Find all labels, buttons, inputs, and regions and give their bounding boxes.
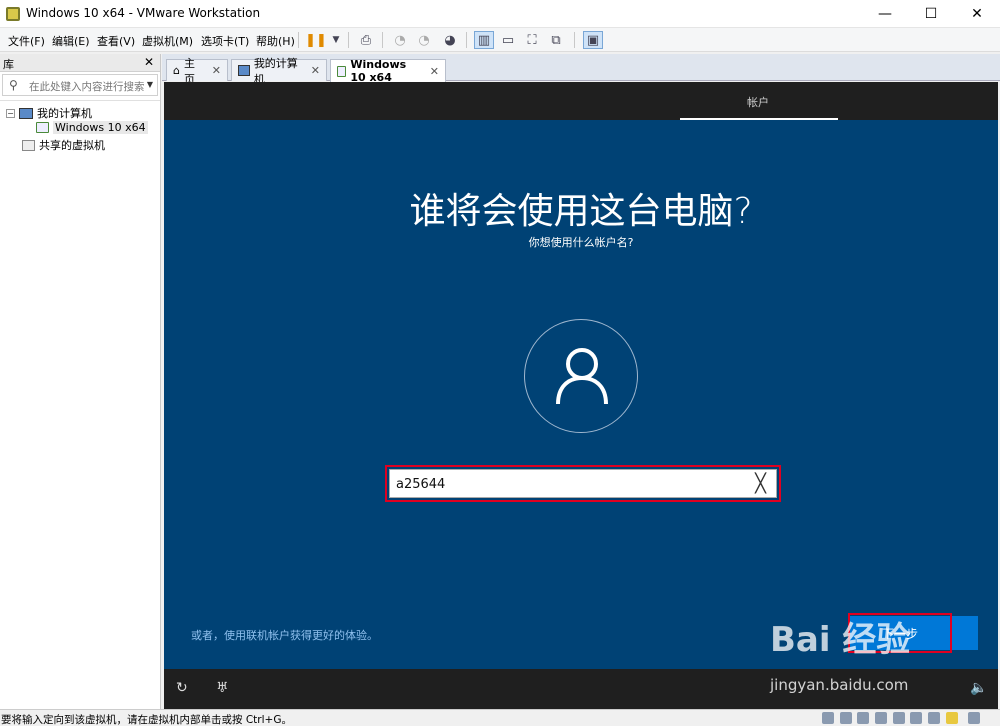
collapse-icon[interactable]: − <box>6 108 15 118</box>
library-search-input[interactable]: ⚲ 在此处键入内容进行搜索 ▼ <box>2 74 158 96</box>
library-search-placeholder: 在此处键入内容进行搜索 <box>29 81 145 93</box>
oobe-subtitle: 你想使用什么帐户名? <box>528 236 634 249</box>
library-tree: − 我的计算机 Windows 10 x64 共享的虚拟机 <box>0 100 160 700</box>
username-input[interactable]: a25644 ╳ <box>389 469 777 498</box>
toolbar-separator <box>382 32 383 48</box>
maximize-button[interactable]: ☐ <box>908 0 954 28</box>
message-icon[interactable] <box>946 712 958 724</box>
close-window-button[interactable]: ✕ <box>954 0 1000 28</box>
vm-icon <box>36 122 49 133</box>
oobe-top-bar: 帐户 <box>164 82 998 120</box>
toolbar-separator <box>466 32 467 48</box>
menu-vm[interactable]: 虚拟机(M) <box>142 33 193 49</box>
printer-icon[interactable] <box>893 712 905 724</box>
send-ctrl-alt-del-icon[interactable]: ⎙ <box>356 31 376 49</box>
toolbar-separator <box>298 32 299 48</box>
online-account-link[interactable]: 或者，使用联机帐户获得更好的体验。 <box>191 627 378 643</box>
tab-close-icon[interactable]: ✕ <box>311 64 320 77</box>
menu-view[interactable]: 查看(V) <box>97 33 135 49</box>
tab-close-icon[interactable]: ✕ <box>430 65 439 78</box>
clear-input-icon[interactable]: ╳ <box>755 473 766 494</box>
username-highlight: a25644 ╳ <box>385 465 781 502</box>
username-value: a25644 <box>396 477 446 492</box>
tree-item-my-computer[interactable]: − 我的计算机 <box>6 105 92 121</box>
menu-help[interactable]: 帮助(H) <box>256 33 295 49</box>
toolbar-separator <box>348 32 349 48</box>
show-library-icon[interactable]: ▥ <box>474 31 494 49</box>
network-icon[interactable] <box>840 712 852 724</box>
tab-close-icon[interactable]: ✕ <box>212 64 221 77</box>
tree-item-label: 我的计算机 <box>37 107 92 120</box>
library-title: 库 <box>3 58 14 71</box>
tab-label: Windows 10 x64 <box>350 58 407 84</box>
menu-file[interactable]: 文件(F) <box>8 33 45 49</box>
pause-icon[interactable]: ❚❚ <box>305 31 327 49</box>
oobe-title: 谁将会使用这台电脑? <box>409 191 753 232</box>
snapshot-take-icon[interactable]: ◔ <box>390 31 410 49</box>
chevron-down-icon[interactable]: ▼ <box>147 80 153 89</box>
oobe-step-account: 帐户 <box>747 96 769 109</box>
snapshot-manager-icon[interactable]: ◕ <box>440 31 460 49</box>
tab-windows-10-vm[interactable]: Windows 10 x64 ✕ <box>330 58 446 84</box>
menu-bar: 文件(F) 编辑(E) 查看(V) 虚拟机(M) 选项卡(T) 帮助(H) ❚❚… <box>0 28 1000 52</box>
usb-icon[interactable] <box>875 712 887 724</box>
vm-icon <box>337 65 347 77</box>
tree-item-label: 共享的虚拟机 <box>39 139 105 152</box>
menu-edit[interactable]: 编辑(E) <box>52 33 90 49</box>
tab-home[interactable]: ⌂ 主页 ✕ <box>166 57 228 86</box>
status-bar: 要将输入定向到该虚拟机，请在虚拟机内部单击或按 Ctrl+G。 <box>0 709 1000 726</box>
thumbnail-bar-icon[interactable]: ▭ <box>498 31 518 49</box>
minimize-button[interactable]: — <box>862 0 908 28</box>
sound-icon[interactable] <box>910 712 922 724</box>
pause-dropdown-icon[interactable]: ▼ <box>326 31 346 49</box>
cd-rom-icon[interactable] <box>857 712 869 724</box>
library-panel: 库 ✕ ⚲ 在此处键入内容进行搜索 ▼ − 我的计算机 Windows 10 x… <box>0 54 161 709</box>
vmware-app-icon <box>6 7 20 21</box>
fullscreen-status-icon[interactable] <box>968 712 980 724</box>
shared-vm-icon <box>22 139 35 151</box>
home-icon: ⌂ <box>173 64 180 77</box>
tab-strip: ⌂ 主页 ✕ 我的计算机 ✕ Windows 10 x64 ✕ <box>162 54 1000 86</box>
volume-icon[interactable]: 🔈 <box>970 680 987 696</box>
vm-console[interactable]: 帐户 谁将会使用这台电脑? 你想使用什么帐户名? a25644 ╳ 或者，使用联… <box>164 82 998 709</box>
user-avatar-icon <box>524 319 638 433</box>
unity-icon[interactable]: ⧉ <box>546 31 566 49</box>
person-icon <box>556 348 608 405</box>
display-icon[interactable] <box>928 712 940 724</box>
status-message: 要将输入定向到该虚拟机，请在虚拟机内部单击或按 Ctrl+G。 <box>1 714 292 726</box>
tab-my-computer[interactable]: 我的计算机 ✕ <box>231 57 327 86</box>
console-view-icon[interactable]: ▣ <box>583 31 603 49</box>
toolbar-separator <box>574 32 575 48</box>
library-header: 库 ✕ <box>0 54 160 72</box>
library-close-icon[interactable]: ✕ <box>144 55 154 69</box>
computer-icon <box>238 65 250 76</box>
hard-disk-icon[interactable] <box>822 712 834 724</box>
window-title: Windows 10 x64 - VMware Workstation <box>26 6 261 20</box>
snapshot-revert-icon[interactable]: ◔ <box>414 31 434 49</box>
full-screen-icon[interactable]: ⛶ <box>522 31 542 49</box>
tree-item-label: Windows 10 x64 <box>53 121 148 134</box>
tree-item-shared-vms[interactable]: 共享的虚拟机 <box>22 137 105 153</box>
next-button-highlight <box>848 613 952 653</box>
oobe-bottom-bar: ↻ ♅ 🔈 <box>164 669 998 709</box>
accessibility-icon[interactable]: ↻ <box>176 680 188 696</box>
menu-tabs[interactable]: 选项卡(T) <box>201 33 249 49</box>
step-underline <box>680 118 838 120</box>
search-icon: ⚲ <box>9 78 18 92</box>
title-bar: Windows 10 x64 - VMware Workstation — ☐ … <box>0 0 1000 28</box>
microphone-icon[interactable]: ♅ <box>216 680 229 696</box>
tree-item-windows-10-vm[interactable]: Windows 10 x64 <box>36 121 148 134</box>
computer-icon <box>19 107 33 119</box>
